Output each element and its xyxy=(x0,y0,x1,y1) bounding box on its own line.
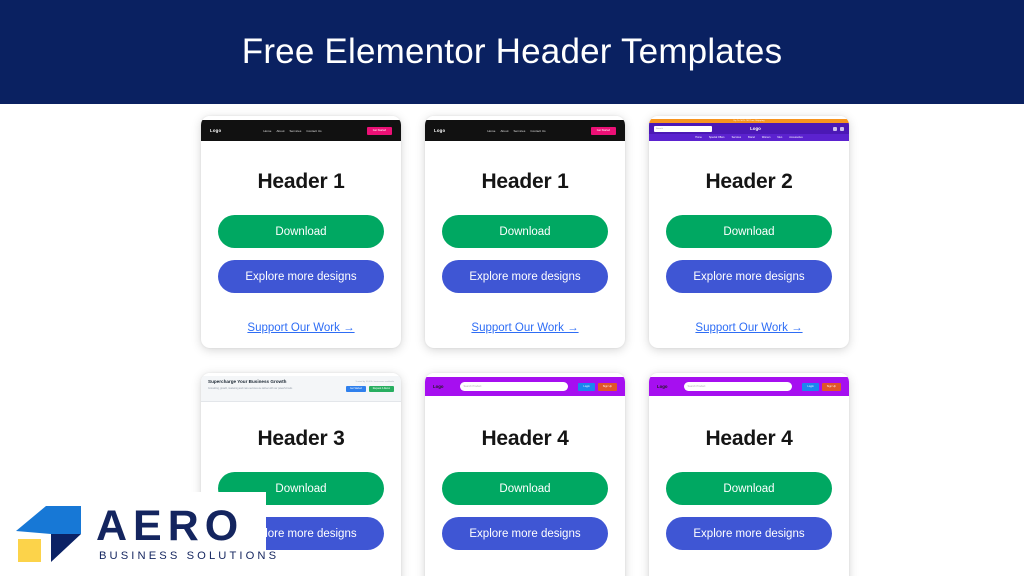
card-body: Header 1 Download Explore more designs S… xyxy=(425,145,625,334)
template-card-grid: Logo Home About Services Contact Us Get … xyxy=(201,116,849,576)
preview-menu-item: Services xyxy=(513,128,526,133)
preview-primary-button: Get Started xyxy=(346,385,366,392)
preview-subheading: Consulting, growth, marketing and more s… xyxy=(208,387,293,390)
card-body: Header 4 Download Explore more designs S… xyxy=(649,402,849,576)
preview-menu-item: Brand xyxy=(748,136,755,139)
preview-menu-item: Home xyxy=(487,128,496,133)
preview-menu-item: About xyxy=(500,128,509,133)
aero-logo-mark-icon xyxy=(13,503,87,565)
preview-cta-button: Get Started xyxy=(366,126,392,135)
explore-more-designs-button[interactable]: Explore more designs xyxy=(666,260,832,293)
preview-logo: Logo xyxy=(433,384,444,389)
template-card[interactable]: Logo Home About Services Contact Us Get … xyxy=(425,116,625,348)
preview-menu-item: Home xyxy=(695,136,702,139)
preview-menu-item: Contact Us xyxy=(306,128,322,133)
preview-nav-bar: Logo Search Product Login Sign Up xyxy=(649,377,849,396)
header-preview-thumbnail: Logo Search Product Login Sign Up xyxy=(425,373,625,402)
preview-hero-left: Supercharge Your Business Growth Consult… xyxy=(208,379,312,398)
preview-search-input: Search xyxy=(654,125,712,132)
header-preview-thumbnail: Logo Home About Services Contact Us Get … xyxy=(425,116,625,145)
card-title: Header 1 xyxy=(257,170,345,193)
preview-button-group: Get Started Request A Demo xyxy=(346,385,394,392)
preview-menu-item: Women xyxy=(761,136,771,139)
page-banner: Free Elementor Header Templates xyxy=(0,0,1024,104)
card-title: Header 1 xyxy=(481,170,569,193)
preview-menu-item: Services xyxy=(731,136,742,139)
card-body: Header 4 Download Explore more designs S… xyxy=(425,402,625,576)
preview-hero-right: Trusted by 10,000+ businesses worldwide … xyxy=(346,379,394,398)
support-our-work-link[interactable]: Support Our Work → xyxy=(247,322,354,334)
brand-name: AERO xyxy=(96,502,245,550)
brand-logo: AERO BUSINESS SOLUTIONS xyxy=(0,492,276,576)
preview-auth-group: Login Sign Up xyxy=(578,382,617,391)
preview-menu-item: About xyxy=(276,128,285,133)
card-title: Header 2 xyxy=(705,170,793,193)
brand-wordmark: AERO BUSINESS SOLUTIONS xyxy=(96,502,280,563)
preview-signup-button: Sign Up xyxy=(597,382,617,391)
support-our-work-link[interactable]: Support Our Work → xyxy=(471,322,578,334)
brand-tagline: BUSINESS SOLUTIONS xyxy=(99,550,280,562)
preview-nav-bar: Logo Home About Services Contact Us Get … xyxy=(201,120,401,141)
explore-more-designs-button[interactable]: Explore more designs xyxy=(442,260,608,293)
preview-menu-item: Special Offers xyxy=(708,136,725,139)
template-card[interactable]: Logo Search Product Login Sign Up Header… xyxy=(649,373,849,576)
header-preview-thumbnail: Up To 50% Off Free Shipping Search Logo … xyxy=(649,116,849,145)
slide-root: Free Elementor Header Templates Logo Hom… xyxy=(0,0,1024,576)
preview-cta-button: Get Started xyxy=(590,126,616,135)
download-button[interactable]: Download xyxy=(442,472,608,505)
preview-signup-button: Sign Up xyxy=(821,382,841,391)
preview-secondary-button: Request A Demo xyxy=(368,385,394,392)
cart-icon xyxy=(839,126,844,131)
preview-login-button: Login xyxy=(802,382,819,391)
preview-menu-item: Men xyxy=(777,136,783,139)
preview-menu-item: Accessories xyxy=(789,136,803,139)
header-preview-thumbnail: Supercharge Your Business Growth Consult… xyxy=(201,373,401,402)
card-body: Header 1 Download Explore more designs S… xyxy=(201,145,401,334)
template-card[interactable]: Up To 50% Off Free Shipping Search Logo … xyxy=(649,116,849,348)
download-button[interactable]: Download xyxy=(666,215,832,248)
preview-auth-group: Login Sign Up xyxy=(802,382,841,391)
preview-logo: Logo xyxy=(750,126,761,131)
preview-nav-bar: Logo Search Product Login Sign Up xyxy=(425,377,625,396)
support-our-work-link[interactable]: Support Our Work → xyxy=(695,322,802,334)
preview-search-input: Search Product xyxy=(683,382,792,391)
card-title: Header 3 xyxy=(257,427,345,450)
preview-logo: Logo xyxy=(210,128,222,133)
page-title: Free Elementor Header Templates xyxy=(241,32,783,71)
preview-nav-bar: Logo Home About Services Contact Us Get … xyxy=(425,120,625,141)
preview-icon-group xyxy=(832,126,844,131)
preview-menu: Home About Services Contact Us xyxy=(487,129,545,133)
template-card[interactable]: Logo Home About Services Contact Us Get … xyxy=(201,116,401,348)
preview-heading: Supercharge Your Business Growth xyxy=(208,379,287,384)
download-button[interactable]: Download xyxy=(666,472,832,505)
preview-hero: Supercharge Your Business Growth Consult… xyxy=(201,376,401,402)
download-button[interactable]: Download xyxy=(442,215,608,248)
preview-menu: Home About Services Contact Us xyxy=(263,129,321,133)
card-title: Header 4 xyxy=(705,427,793,450)
explore-more-designs-button[interactable]: Explore more designs xyxy=(218,260,384,293)
header-preview-thumbnail: Logo Search Product Login Sign Up xyxy=(649,373,849,402)
preview-menu: Home Special Offers Services Brand Women… xyxy=(649,134,849,141)
preview-logo: Logo xyxy=(657,384,668,389)
preview-login-button: Login xyxy=(578,382,595,391)
preview-nav-bar: Search Logo xyxy=(649,123,849,134)
aero-mark-svg xyxy=(16,506,81,562)
preview-menu-item: Services xyxy=(289,128,302,133)
preview-menu-item: Contact Us xyxy=(530,128,546,133)
card-body: Header 2 Download Explore more designs S… xyxy=(649,145,849,334)
card-title: Header 4 xyxy=(481,427,569,450)
preview-trust-text: Trusted by 10,000+ businesses worldwide xyxy=(355,381,394,383)
download-button[interactable]: Download xyxy=(218,215,384,248)
header-preview-thumbnail: Logo Home About Services Contact Us Get … xyxy=(201,116,401,145)
template-card[interactable]: Logo Search Product Login Sign Up Header… xyxy=(425,373,625,576)
preview-logo: Logo xyxy=(434,128,446,133)
explore-more-designs-button[interactable]: Explore more designs xyxy=(442,517,608,550)
preview-search-input: Search Product xyxy=(459,382,568,391)
preview-menu-item: Home xyxy=(263,128,272,133)
account-icon xyxy=(832,126,837,131)
explore-more-designs-button[interactable]: Explore more designs xyxy=(666,517,832,550)
